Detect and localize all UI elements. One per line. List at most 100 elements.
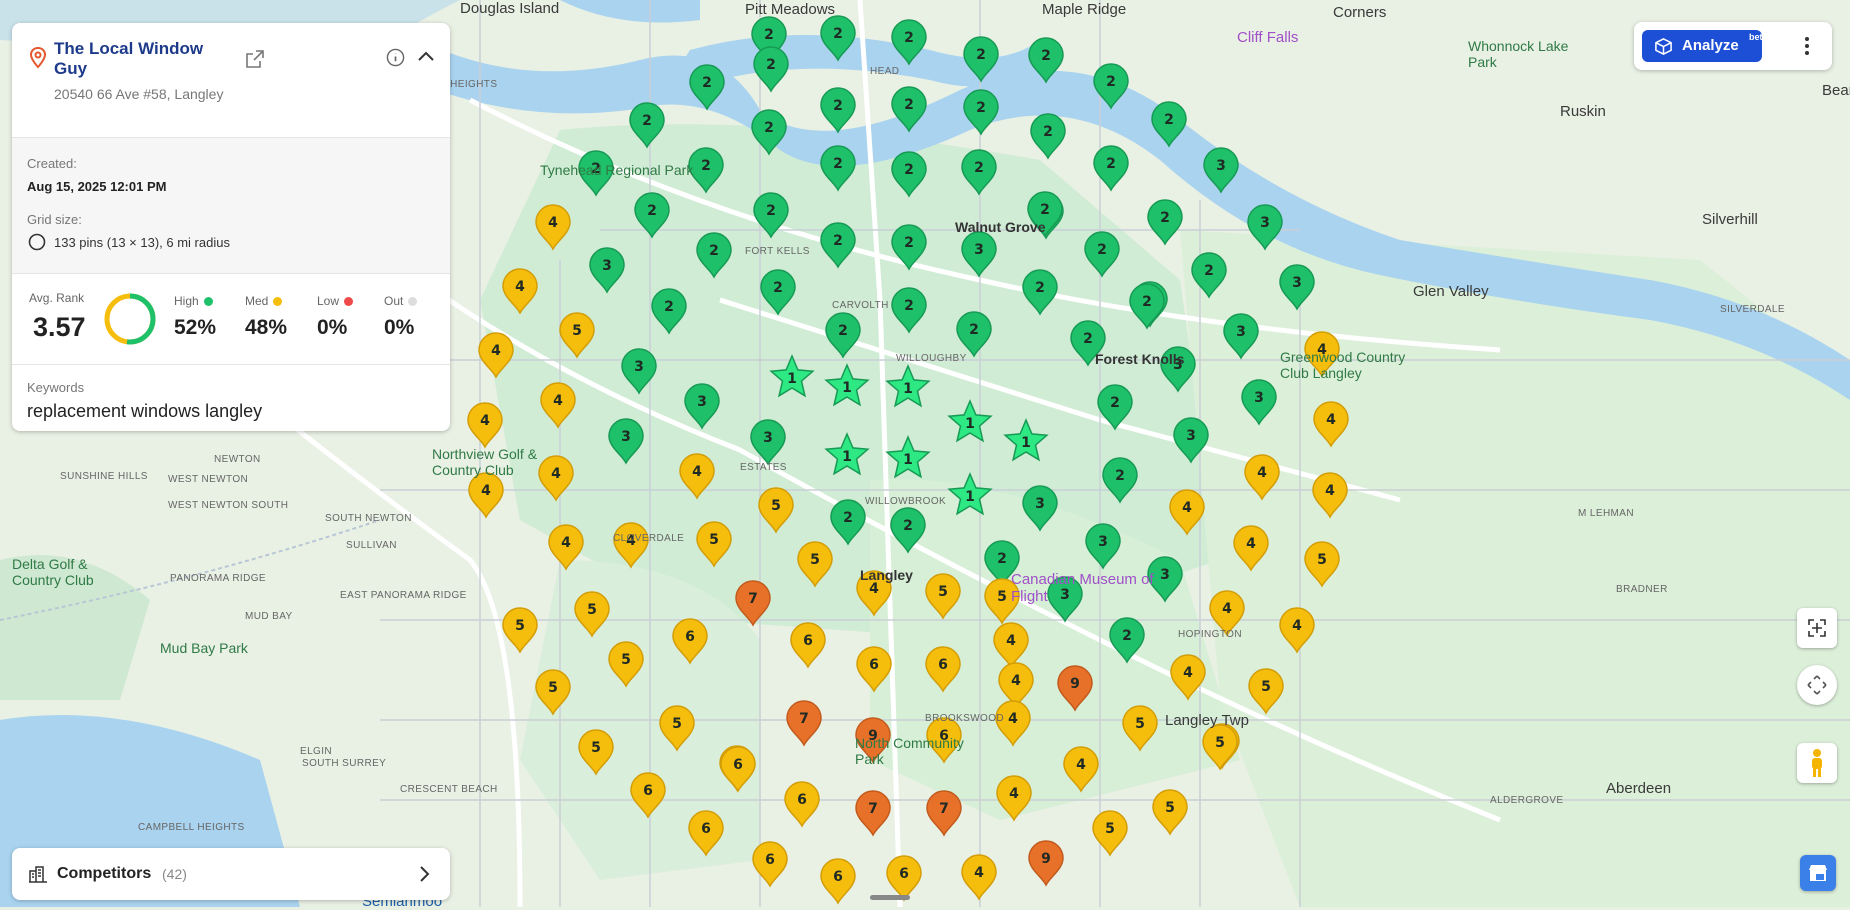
pin-rank-label: 3 (974, 242, 984, 258)
pin-rank-label: 2 (833, 233, 843, 249)
pin-rank-label: 2 (1106, 156, 1116, 172)
analyze-button[interactable]: Analyze beta (1642, 30, 1768, 62)
pin-rank-label: 4 (480, 413, 490, 429)
radius-circle-icon (28, 233, 46, 251)
pin-rank-label: 2 (997, 551, 1007, 567)
pin-rank-label: 5 (1165, 800, 1175, 816)
pin-rank-label: 2 (833, 26, 843, 42)
storefront-icon (1809, 865, 1827, 881)
pin-rank-label: 9 (868, 728, 878, 744)
created-value: Aug 15, 2025 12:01 PM (27, 179, 167, 194)
pin-rank-label: 1 (903, 381, 913, 397)
business-header: The Local Window Guy 20540 66 Ave #58, L… (12, 23, 450, 138)
pin-rank-label: 4 (1182, 500, 1192, 516)
pin-rank-label: 5 (997, 589, 1007, 605)
pin-rank-label: 1 (965, 489, 975, 505)
pan-control[interactable] (1797, 665, 1837, 705)
pin-rank-label: 2 (903, 518, 913, 534)
pin-rank-label: 2 (974, 160, 984, 176)
pin-rank-label: 2 (1035, 280, 1045, 296)
med-label: Med (245, 294, 283, 308)
pin-rank-label: 2 (702, 75, 712, 91)
pin-rank-label: 3 (697, 394, 707, 410)
pin-rank-label: 5 (938, 584, 948, 600)
move-arrows-icon (1807, 675, 1827, 695)
pin-rank-label: 2 (976, 100, 986, 116)
pin-rank-label: 2 (766, 57, 776, 73)
pin-rank-label: 2 (764, 27, 774, 43)
info-icon[interactable] (386, 48, 405, 67)
pin-rank-label: 2 (1041, 48, 1051, 64)
avg-rank-value: 3.57 (33, 312, 86, 342)
keywords-section: Keywords replacement windows langley (12, 365, 450, 431)
pin-rank-label: 4 (491, 343, 501, 359)
more-options-icon[interactable] (1800, 34, 1814, 58)
pin-rank-label: 3 (1292, 275, 1302, 291)
pin-rank-label: 2 (843, 510, 853, 526)
pin-rank-label: 5 (771, 498, 781, 514)
pin-rank-label: 2 (833, 98, 843, 114)
pin-rank-label: 2 (1110, 395, 1120, 411)
location-pin-icon (30, 47, 46, 69)
pin-rank-label: 2 (1204, 263, 1214, 279)
pin-rank-label: 1 (1021, 435, 1031, 451)
pin-rank-label: 4 (869, 581, 879, 597)
pin-rank-label: 3 (1098, 534, 1108, 550)
competitors-count: (42) (162, 866, 187, 882)
pin-rank-label: 2 (591, 161, 601, 177)
pin-rank-label: 2 (1097, 242, 1107, 258)
pin-rank-label: 3 (1254, 390, 1264, 406)
chevron-up-icon[interactable] (417, 48, 435, 66)
competitors-bar[interactable]: Competitors (42) (12, 848, 450, 900)
pin-rank-label: 3 (1173, 357, 1183, 373)
pin-rank-label: 4 (692, 464, 702, 480)
pin-rank-label: 1 (842, 380, 852, 396)
pin-rank-label: 4 (974, 865, 984, 881)
pin-rank-label: 5 (1261, 679, 1271, 695)
avg-rank-label: Avg. Rank (29, 291, 85, 305)
pin-rank-label: 5 (621, 652, 631, 668)
pin-rank-label: 2 (766, 203, 776, 219)
med-dot-icon (273, 297, 283, 307)
low-dot-icon (344, 297, 354, 307)
google-business-button[interactable] (1800, 855, 1836, 891)
pin-rank-label: 6 (803, 633, 813, 649)
pin-rank-label: 9 (1070, 676, 1080, 692)
pin-rank-label: 3 (634, 359, 644, 375)
out-label: Out (384, 294, 418, 308)
pin-rank-label: 4 (553, 393, 563, 409)
drag-handle[interactable] (870, 895, 910, 900)
chevron-right-icon[interactable] (416, 865, 432, 883)
beta-badge: beta (1749, 32, 1768, 42)
pin-rank-label: 2 (764, 120, 774, 136)
pin-rank-label: 2 (1122, 628, 1132, 644)
grid-frame-icon (1808, 619, 1826, 637)
business-name[interactable]: The Local Window Guy (54, 39, 234, 79)
pin-rank-label: 2 (904, 30, 914, 46)
pin-rank-label: 5 (672, 716, 682, 732)
pin-rank-label: 2 (1115, 468, 1125, 484)
pin-rank-label: 4 (1326, 412, 1336, 428)
pin-rank-label: 5 (1135, 716, 1145, 732)
pin-rank-label: 3 (763, 430, 773, 446)
pin-rank-label: 6 (939, 728, 949, 744)
pin-rank-label: 4 (1317, 342, 1327, 358)
pin-rank-label: 5 (1317, 552, 1327, 568)
high-label: High (174, 294, 213, 308)
rank-gauge (104, 293, 156, 345)
pin-rank-label: 7 (939, 801, 949, 817)
pin-rank-label: 1 (787, 371, 797, 387)
pin-rank-label: 6 (765, 852, 775, 868)
pin-rank-label: 5 (548, 680, 558, 696)
external-link-icon[interactable] (245, 49, 265, 69)
street-view-button[interactable] (1797, 743, 1837, 783)
buildings-icon (29, 866, 47, 883)
pin-rank-label: 2 (1043, 124, 1053, 140)
pin-rank-label: 2 (904, 97, 914, 113)
fit-grid-button[interactable] (1797, 608, 1837, 648)
pin-rank-label: 5 (572, 323, 582, 339)
pin-rank-label: 3 (1236, 324, 1246, 340)
keywords-label: Keywords (27, 380, 85, 395)
pin-rank-label: 1 (842, 449, 852, 465)
pin-rank-label: 3 (1060, 587, 1070, 603)
